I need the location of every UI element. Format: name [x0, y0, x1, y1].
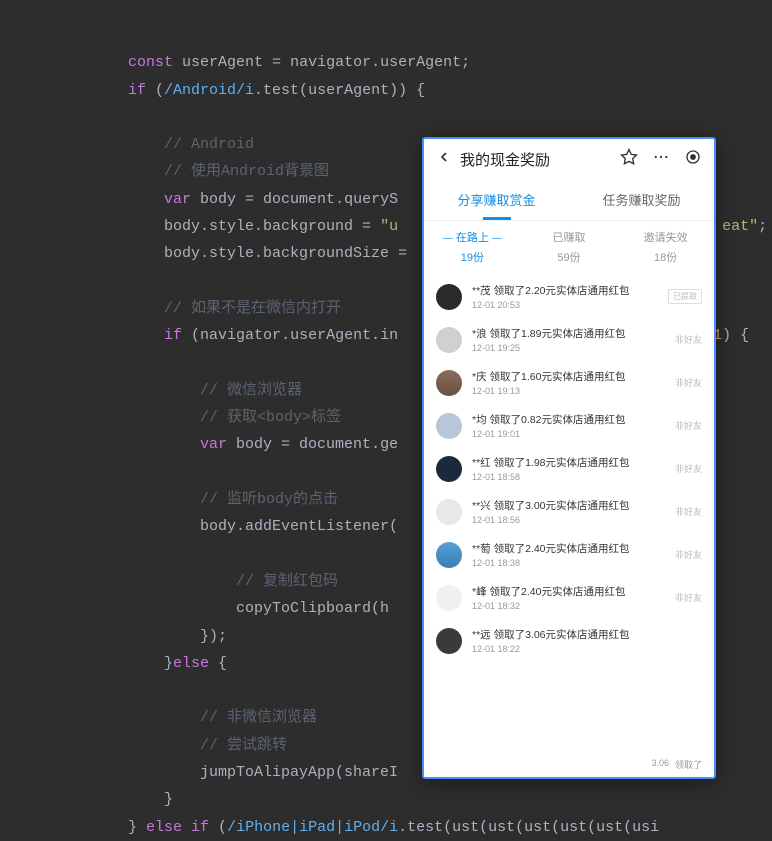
list-item[interactable]: *庆 领取了1.60元实体店通用红包 12-01 19:13 非好友 — [436, 361, 702, 404]
avatar — [436, 628, 462, 654]
comment: // 使用Android背景图 — [164, 163, 329, 180]
avatar — [436, 585, 462, 611]
status-onway[interactable]: — 在路上 — 19份 — [424, 229, 521, 265]
phone-header: 我的现金奖励 — [424, 139, 714, 179]
keyword-if: if — [128, 82, 146, 99]
list-item[interactable]: **红 领取了1.98元实体店通用红包 12-01 18:58 非好友 — [436, 447, 702, 490]
star-icon[interactable] — [620, 148, 638, 170]
reward-text: **茂 领取了2.20元实体店通用红包 — [472, 283, 658, 298]
comment: // 获取<body>标签 — [200, 409, 341, 426]
back-button[interactable] — [436, 149, 452, 170]
status-row: — 在路上 — 19份 已赚取 59份 邀请失效 18份 — [424, 221, 714, 275]
comment: // 监听body的点击 — [200, 491, 338, 508]
list-item[interactable]: *浪 领取了1.89元实体店通用红包 12-01 19:25 非好友 — [436, 318, 702, 361]
tag-nonfriend: 非好友 — [675, 333, 702, 346]
tab-task-reward[interactable]: 任务赚取奖励 — [569, 179, 714, 220]
avatar — [436, 284, 462, 310]
phone-tabs: 分享赚取赏金 任务赚取奖励 — [424, 179, 714, 221]
avatar — [436, 499, 462, 525]
status-earned[interactable]: 已赚取 59份 — [521, 229, 618, 265]
list-item[interactable]: **茂 领取了2.20元实体店通用红包 12-01 20:53 已提取 — [436, 275, 702, 318]
list-item[interactable]: *均 领取了0.82元实体店通用红包 12-01 19:01 非好友 — [436, 404, 702, 447]
comment: // 非微信浏览器 — [200, 709, 317, 726]
reward-time: 12-01 20:53 — [472, 300, 658, 310]
comment: // Android — [164, 136, 254, 153]
comment: // 复制红包码 — [236, 573, 338, 590]
target-icon[interactable] — [684, 148, 702, 170]
comment: // 如果不是在微信内打开 — [164, 300, 341, 317]
status-expired[interactable]: 邀请失效 18份 — [617, 229, 714, 265]
page-title: 我的现金奖励 — [460, 149, 620, 170]
reward-list: **茂 领取了2.20元实体店通用红包 12-01 20:53 已提取 *浪 领… — [424, 275, 714, 756]
avatar — [436, 327, 462, 353]
more-icon[interactable] — [652, 148, 670, 170]
list-item[interactable]: **远 领取了3.06元实体店通用红包 12-01 18:22 — [436, 619, 702, 662]
list-item[interactable]: *峰 领取了2.40元实体店通用红包 12-01 18:32 非好友 — [436, 576, 702, 619]
comment: // 微信浏览器 — [200, 382, 302, 399]
phone-mockup: 我的现金奖励 分享赚取赏金 任务赚取奖励 — 在路上 — 19份 已赚取 59份… — [422, 137, 716, 779]
avatar — [436, 413, 462, 439]
keyword-const: const — [128, 54, 173, 71]
status-badge: 已提取 — [668, 289, 702, 304]
bottom-hint: 3.06领取了 — [424, 756, 714, 777]
avatar — [436, 370, 462, 396]
list-item[interactable]: **兴 领取了3.00元实体店通用红包 12-01 18:56 非好友 — [436, 490, 702, 533]
list-item[interactable]: **萄 领取了2.40元实体店通用红包 12-01 18:38 非好友 — [436, 533, 702, 576]
comment: // 尝试跳转 — [200, 737, 287, 754]
avatar — [436, 542, 462, 568]
avatar — [436, 456, 462, 482]
tab-share-reward[interactable]: 分享赚取赏金 — [424, 179, 569, 220]
